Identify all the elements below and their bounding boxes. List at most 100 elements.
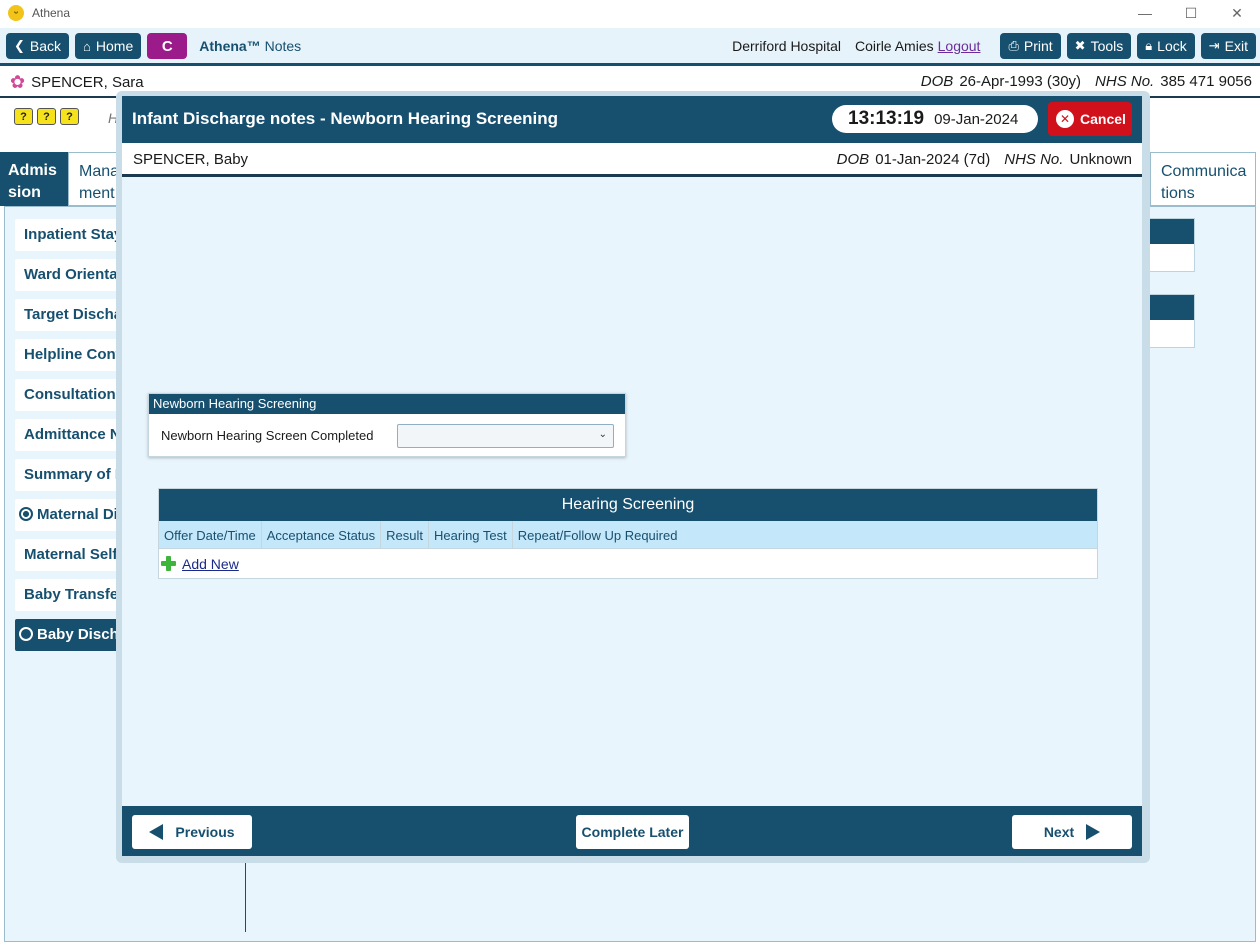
complete-later-label: Complete Later: [581, 824, 684, 840]
newborn-hearing-box: Newborn Hearing Screening Newborn Hearin…: [148, 393, 626, 457]
tools-button-label: Tools: [1090, 38, 1124, 54]
infant-discharge-modal: Infant Discharge notes - Newborn Hearing…: [116, 91, 1150, 863]
sidebar-item-maternal-discharge[interactable]: Maternal Discharge: [15, 499, 125, 531]
window-title: Athena: [32, 6, 71, 20]
brand-name: Athena™: [199, 38, 261, 54]
exit-button[interactable]: ⇥ Exit: [1200, 33, 1256, 59]
column-hearing-test[interactable]: Hearing Test: [429, 521, 513, 548]
column-result[interactable]: Result: [381, 521, 430, 548]
baby-banner: SPENCER, Baby DOB 01-Jan-2024 (7d) NHS No.…: [122, 143, 1142, 177]
cancel-button-label: Cancel: [1080, 111, 1126, 127]
print-button[interactable]: ⎙ Print: [1000, 33, 1061, 59]
column-acceptance-status[interactable]: Acceptance Status: [262, 521, 382, 548]
complete-later-button[interactable]: Complete Later: [576, 815, 689, 849]
back-button[interactable]: ❮ Back: [6, 33, 70, 59]
c-button[interactable]: C: [147, 33, 188, 59]
previous-button[interactable]: Previous: [132, 815, 252, 849]
modal-header: Infant Discharge notes - Newborn Hearing…: [122, 96, 1142, 143]
lock-button-label: Lock: [1157, 38, 1187, 54]
sidebar-item-helpline[interactable]: Helpline Contact: [15, 339, 125, 371]
add-new-row: Add New: [159, 549, 1097, 578]
hearing-screening-table: Hearing Screening Offer Date/Time Accept…: [158, 488, 1098, 579]
home-button-label: Home: [95, 38, 134, 54]
baby-details: DOB 01-Jan-2024 (7d) NHS No. Unknown: [837, 151, 1132, 168]
printer-icon: ⎙: [1008, 38, 1019, 53]
divider-line: [245, 858, 246, 932]
column-repeat-follow-up[interactable]: Repeat/Follow Up Required: [513, 521, 683, 548]
datetime-display: 13:13:19 09-Jan-2024: [832, 105, 1038, 133]
sidebar-item-target-discharge[interactable]: Target Discharge: [15, 299, 125, 331]
patient-details: DOB 26-Apr-1993 (30y) NHS No. 385 471 9056: [921, 73, 1252, 90]
lock-button[interactable]: 🔒︎ Lock: [1137, 33, 1195, 59]
previous-button-label: Previous: [175, 824, 235, 840]
help-icon[interactable]: ?: [60, 108, 79, 125]
newborn-hearing-box-header: Newborn Hearing Screening: [149, 394, 625, 414]
current-time: 13:13:19: [848, 108, 925, 129]
table-header-row: Offer Date/Time Acceptance Status Result…: [159, 521, 1097, 549]
tab-admission[interactable]: Admis sion: [0, 152, 68, 206]
hospital-name: Derriford Hospital: [732, 38, 842, 54]
hearing-screen-completed-select[interactable]: ⌄: [397, 424, 614, 448]
tools-icon: ✖: [1074, 38, 1086, 53]
maximize-button[interactable]: ☐: [1168, 0, 1214, 26]
sidebar-item-baby-discharge[interactable]: Baby Discharge: [15, 619, 125, 651]
baby-nhs: Unknown: [1069, 151, 1132, 168]
next-button-label: Next: [1043, 824, 1075, 840]
close-icon: ✕: [1056, 110, 1074, 128]
current-date: 09-Jan-2024: [934, 110, 1019, 128]
patient-dob: 26-Apr-1993 (30y): [959, 73, 1082, 90]
patient-dob-label: DOB: [920, 73, 954, 90]
hearing-screening-title: Hearing Screening: [159, 489, 1097, 521]
home-button[interactable]: ⌂ Home: [75, 33, 142, 59]
sidebar-item-maternal-self-care[interactable]: Maternal Self Care: [15, 539, 125, 571]
brand-label: Athena™ Notes: [199, 38, 301, 54]
brand-suffix: Notes: [260, 38, 302, 54]
baby-dob: 01-Jan-2024 (7d): [875, 151, 991, 168]
exit-icon: ⇥: [1208, 38, 1220, 53]
help-icon[interactable]: ?: [37, 108, 56, 125]
add-new-link[interactable]: Add New: [182, 556, 239, 572]
tab-communications[interactable]: Communica tions: [1150, 152, 1256, 206]
patient-nhs-label: NHS No.: [1095, 73, 1155, 90]
lock-icon: 🔒︎: [1145, 38, 1153, 53]
user-name: Coirle Amies: [855, 38, 934, 54]
window-titlebar: ᵕ Athena — ☐ ✕: [0, 0, 1260, 26]
chevron-left-icon: ❮: [14, 38, 25, 53]
sidebar-item-inpatient-stay[interactable]: Inpatient Stay: [15, 219, 125, 251]
help-list-icon[interactable]: ?: [14, 108, 33, 125]
patient-nhs: 385 471 9056: [1160, 73, 1252, 90]
radio-empty-icon: [19, 627, 33, 641]
sidebar-item-label: Baby Discharge: [37, 626, 125, 643]
chevron-down-icon: ⌄: [598, 429, 607, 440]
sidebar-item-label: Maternal Discharge: [37, 506, 125, 523]
sidebar-item-ward-orientation[interactable]: Ward Orientation: [15, 259, 125, 291]
cancel-button[interactable]: ✕ Cancel: [1048, 102, 1132, 136]
logout-link[interactable]: Logout: [938, 38, 981, 54]
modal-title: Infant Discharge notes - Newborn Hearing…: [132, 109, 559, 128]
tools-button[interactable]: ✖ Tools: [1066, 33, 1132, 59]
modal-footer: Previous Complete Later Next: [122, 806, 1142, 856]
athena-app-icon: ᵕ: [8, 5, 24, 21]
user-info: Coirle Amies Logout: [855, 38, 980, 54]
sidebar-item-consultation[interactable]: Consultation Notes: [15, 379, 125, 411]
minimize-button[interactable]: —: [1122, 0, 1168, 26]
arrow-right-icon: [1086, 824, 1101, 840]
back-button-label: Back: [29, 38, 62, 54]
baby-name: SPENCER, Baby: [133, 151, 249, 168]
flower-icon: ✿: [10, 71, 26, 92]
patient-name: SPENCER, Sara: [31, 73, 144, 91]
baby-nhs-label: NHS No.: [1004, 151, 1064, 168]
help-icons: ? ? ?: [14, 108, 79, 125]
home-icon: ⌂: [83, 38, 91, 54]
arrow-left-icon: [149, 824, 164, 840]
sidebar-item-admittance[interactable]: Admittance Notes: [15, 419, 125, 451]
sidebar-item-baby-transfer[interactable]: Baby Transfer: [15, 579, 125, 611]
toolbar-divider: [0, 63, 1260, 66]
column-offer-date[interactable]: Offer Date/Time: [159, 521, 262, 548]
hearing-screen-completed-label: Newborn Hearing Screen Completed: [161, 428, 374, 443]
next-button[interactable]: Next: [1012, 815, 1132, 849]
plus-icon: [161, 556, 176, 571]
print-button-label: Print: [1023, 38, 1053, 54]
sidebar-item-summary[interactable]: Summary of Plan: [15, 459, 125, 491]
close-window-button[interactable]: ✕: [1214, 0, 1260, 26]
